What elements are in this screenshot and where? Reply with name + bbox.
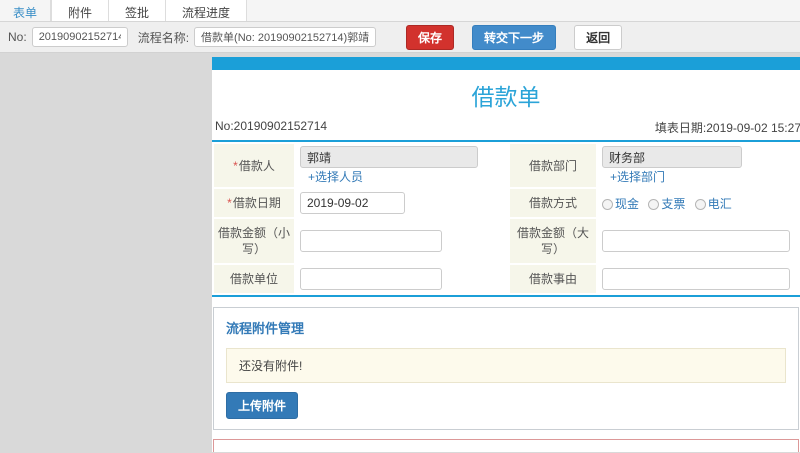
amount-big-label: 借款金额（大写） (516, 226, 589, 256)
loan-unit-input[interactable] (300, 268, 442, 290)
form-meta-row: No:20190902152714 填表日期:2019-09-02 15:27:… (212, 117, 800, 140)
form-panel: 借款单 No:20190902152714 填表日期:2019-09-02 15… (212, 57, 800, 452)
tab-attachments[interactable]: 附件 (51, 0, 110, 21)
loan-date-input[interactable] (300, 192, 405, 214)
amount-big-value-cell (598, 219, 798, 263)
app-window: 表单 附件 签批 流程进度 No: 流程名称: 保存 转交下一步 返回 借款单 … (0, 0, 800, 453)
table-row: *借款人 +选择人员 借款部门 +选择部门 (214, 144, 798, 187)
dept-label: 借款部门 (528, 158, 577, 173)
reason-label: 借款事由 (528, 272, 577, 286)
upload-attachment-button[interactable]: 上传附件 (226, 392, 299, 419)
loan-method-radio-group: 现金 支票 电汇 (602, 197, 738, 211)
amount-small-label-cell: 借款金额（小写） (214, 219, 294, 263)
unit-label: 借款单位 (229, 272, 278, 286)
select-person-link[interactable]: +选择人员 (308, 170, 363, 184)
radio-circle-icon (694, 198, 706, 210)
table-row: 借款金额（小写） 借款金额（大写） (214, 219, 798, 263)
amount-small-label: 借款金额（小写） (217, 226, 290, 256)
table-row: *借款日期 借款方式 现金 支票 电汇 (214, 189, 798, 217)
method-label: 借款方式 (528, 196, 577, 210)
no-input[interactable] (31, 27, 128, 47)
approval-section: 流程签批意见 B I abc (213, 439, 799, 452)
approval-section-title: 流程签批意见 (226, 450, 786, 452)
no-label: No: (8, 30, 27, 44)
radio-cash[interactable]: 现金 (602, 197, 639, 211)
fill-date: 填表日期:2019-09-02 15:27:1 (654, 121, 800, 135)
select-dept-link[interactable]: +选择部门 (610, 170, 665, 184)
table-row: 借款单位 借款事由 (214, 265, 798, 293)
method-value-cell: 现金 支票 电汇 (598, 189, 798, 217)
date-label-cell: *借款日期 (214, 189, 294, 217)
radio-wire[interactable]: 电汇 (694, 197, 732, 211)
page-title: 借款单 (471, 84, 541, 110)
tab-form[interactable]: 表单 (0, 0, 52, 21)
radio-circle-icon (648, 198, 660, 210)
forward-next-step-button[interactable]: 转交下一步 (472, 24, 557, 50)
borrower-label-cell: *借款人 (214, 144, 294, 187)
borrower-label: 借款人 (238, 158, 275, 173)
main-area: 借款单 No:20190902152714 填表日期:2019-09-02 15… (0, 53, 800, 452)
unit-value-cell (296, 265, 508, 293)
dept-value-cell: +选择部门 (598, 144, 798, 187)
amount-big-input[interactable] (602, 230, 790, 252)
flow-name-input[interactable] (194, 27, 377, 47)
date-value-cell (296, 189, 508, 217)
loan-reason-input[interactable] (602, 268, 790, 290)
date-label: 借款日期 (232, 196, 281, 210)
back-button[interactable]: 返回 (574, 24, 623, 50)
unit-label-cell: 借款单位 (214, 265, 294, 293)
no-attachments-message: 还没有附件! (226, 348, 786, 383)
reason-label-cell: 借款事由 (510, 265, 596, 293)
required-mark: * (227, 196, 232, 210)
dept-label-cell: 借款部门 (510, 144, 596, 187)
save-button[interactable]: 保存 (406, 24, 455, 50)
dept-input[interactable] (602, 146, 742, 168)
method-label-cell: 借款方式 (510, 189, 596, 217)
tab-approval[interactable]: 签批 (109, 0, 167, 21)
panel-accent-bar (212, 57, 800, 70)
top-tab-bar: 表单 附件 签批 流程进度 (0, 0, 800, 22)
tab-progress[interactable]: 流程进度 (166, 0, 248, 21)
reason-value-cell (598, 265, 798, 293)
action-toolbar: No: 流程名称: 保存 转交下一步 返回 (0, 22, 800, 53)
attachments-section: 流程附件管理 还没有附件! 上传附件 (213, 307, 799, 430)
required-mark: * (233, 158, 238, 173)
form-number: No:20190902152714 (215, 119, 328, 133)
amount-small-input[interactable] (300, 230, 442, 252)
amount-small-value-cell (296, 219, 508, 263)
loan-form-table: *借款人 +选择人员 借款部门 +选择部门 *借款日期 (212, 140, 800, 297)
borrower-input[interactable] (300, 146, 478, 168)
radio-cheque[interactable]: 支票 (648, 197, 685, 211)
radio-circle-icon (602, 198, 613, 210)
flow-name-label: 流程名称: (137, 30, 190, 45)
amount-big-label-cell: 借款金额（大写） (510, 219, 596, 263)
borrower-value-cell: +选择人员 (296, 144, 508, 187)
attachments-section-title: 流程附件管理 (226, 321, 305, 336)
